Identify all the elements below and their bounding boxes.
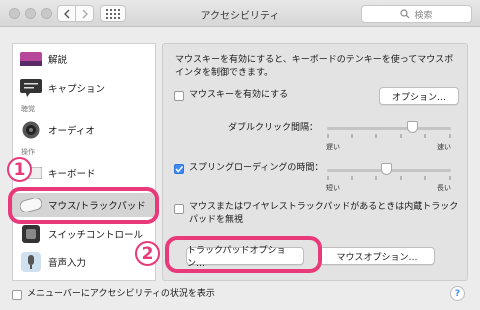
captions-icon: [19, 77, 43, 99]
double-click-slider-knob[interactable]: [406, 121, 418, 133]
sidebar-item-label: キーボード: [48, 169, 96, 180]
spring-loading-slider-knob[interactable]: [381, 163, 392, 175]
spring-loading-min-label: 短い: [326, 184, 340, 192]
double-click-min-label: 遅い: [326, 143, 340, 151]
spring-loading-max-label: 長い: [437, 184, 451, 192]
highlight-trackpad-options: [165, 236, 322, 273]
group-header-hearing: 聴覚: [21, 105, 35, 113]
double-click-slider-ticks: [327, 134, 451, 138]
ignore-trackpad-label: マウスまたはワイヤレストラックパッドがあるときは内蔵トラックパッドを無視: [189, 202, 459, 225]
switch-control-icon: [19, 223, 43, 245]
search-field[interactable]: 検索: [361, 5, 472, 23]
menubar-status-label: メニューバーにアクセシビリティの状況を表示: [27, 289, 215, 299]
sidebar-item-dictation[interactable]: 音声入力: [13, 250, 155, 274]
category-sidebar: 解説 キャプション 聴覚 オーディオ 操作 キーボード マウス/トラックパッド …: [12, 43, 156, 281]
highlight-mouse-trackpad: [8, 187, 159, 224]
speaker-icon: [19, 119, 43, 141]
checkmark-icon: [175, 166, 184, 173]
mousekeys-options-button[interactable]: オプション…: [379, 87, 459, 105]
sidebar-item-keyboard[interactable]: キーボード: [13, 161, 155, 185]
mousekeys-label: マウスキーを有効にする: [189, 90, 289, 100]
spring-loading-checkbox[interactable]: [174, 164, 184, 174]
help-button[interactable]: ?: [450, 286, 465, 301]
description-icon: [19, 48, 43, 70]
title-bar: アクセシビリティ 検索: [0, 0, 480, 27]
step-1-badge: 1: [7, 157, 32, 182]
microphone-icon: [19, 251, 43, 273]
step-2-badge: 2: [135, 241, 160, 266]
spring-loading-label: スプリングローディングの時間：: [189, 163, 324, 173]
sidebar-item-label: スイッチコントロール: [48, 230, 144, 241]
sidebar-item-label: キャプション: [48, 84, 106, 95]
mouse-options-button[interactable]: マウスオプション…: [319, 247, 435, 265]
help-icon: ?: [454, 288, 461, 299]
sidebar-item-description[interactable]: 解説: [13, 47, 155, 71]
double-click-label: ダブルクリック間隔：: [228, 123, 319, 133]
sidebar-item-label: 解説: [48, 55, 68, 66]
menubar-status-checkbox[interactable]: [12, 290, 22, 300]
spring-loading-slider-ticks: [327, 176, 451, 180]
sidebar-item-switch-control[interactable]: スイッチコントロール: [13, 222, 155, 246]
mousekeys-checkbox[interactable]: [174, 91, 184, 101]
sidebar-item-label: オーディオ: [48, 126, 95, 137]
sidebar-item-label: 音声入力: [48, 258, 87, 269]
double-click-max-label: 速い: [437, 143, 451, 151]
double-click-slider-track[interactable]: [327, 127, 451, 130]
ignore-trackpad-checkbox[interactable]: [174, 204, 184, 214]
group-header-interaction: 操作: [21, 148, 35, 156]
sidebar-item-audio[interactable]: オーディオ: [13, 118, 155, 142]
sidebar-item-captions[interactable]: キャプション: [13, 76, 155, 100]
mousekeys-description: マウスキーを有効にすると、キーボードのテンキーを使ってマウスポインタを制御できま…: [175, 55, 454, 78]
search-placeholder: 検索: [414, 10, 433, 21]
search-icon: [400, 9, 410, 19]
preferences-window: アクセシビリティ 検索 解説 キャプション 聴覚 オーディオ 操作 キーボード …: [0, 0, 480, 310]
